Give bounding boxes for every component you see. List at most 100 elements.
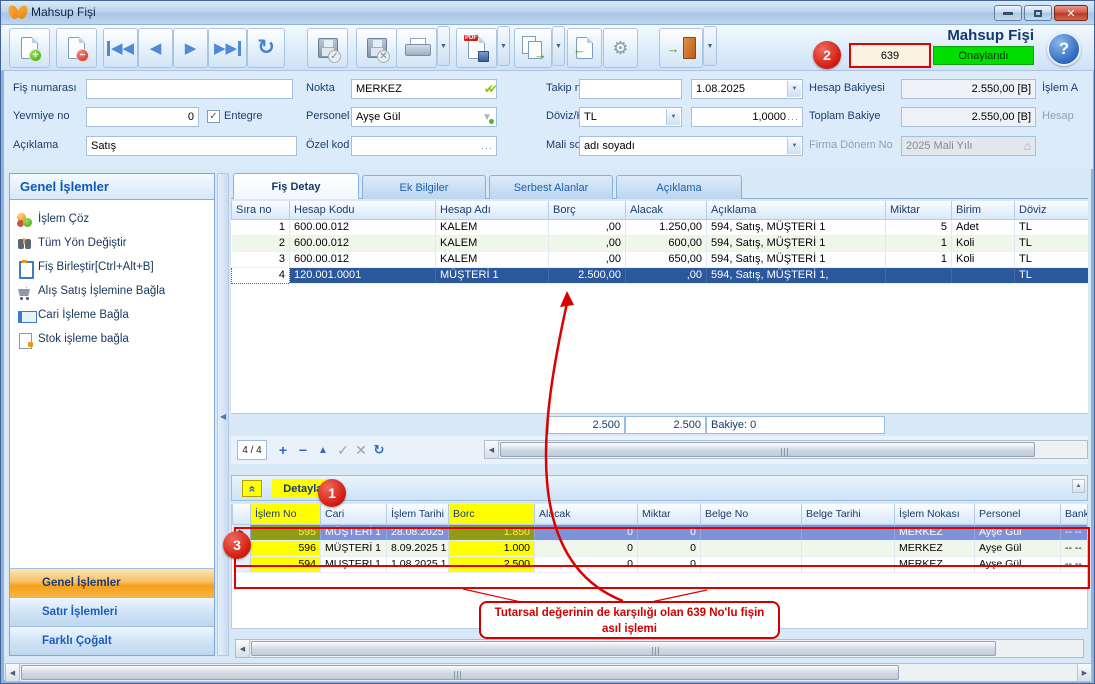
fis-numarasi-input[interactable] <box>86 79 293 99</box>
minimize-button[interactable] <box>994 5 1022 21</box>
column-header[interactable]: Miktar <box>638 504 701 524</box>
scroll-left-icon[interactable]: ◀ <box>485 441 499 458</box>
tab-ek-bilgiler[interactable]: Ek Bilgiler <box>362 175 486 199</box>
last-record-button[interactable]: ▶▶ <box>208 28 247 68</box>
column-header[interactable]: Banka <box>1061 504 1089 524</box>
column-header[interactable]: Hesap Adı <box>436 201 549 219</box>
grid-horizontal-scrollbar[interactable]: ◀ <box>484 440 1088 459</box>
settings-button[interactable]: ⚙ <box>603 28 638 68</box>
yevmiye-input[interactable]: 0 <box>86 107 199 127</box>
column-header[interactable]: Belge Tarihi <box>802 504 895 524</box>
scrollbar-thumb[interactable] <box>251 641 996 656</box>
table-row[interactable]: 3600.00.012KALEM,00650,00594, Satış, MÜŞ… <box>232 251 1089 267</box>
first-record-button[interactable]: ◀◀ <box>103 28 138 68</box>
delete-record-button[interactable]: − <box>56 28 97 68</box>
personel-input[interactable]: Ayşe Gül▼ <box>351 107 497 127</box>
column-header[interactable]: Borc <box>449 504 535 524</box>
tarih-input[interactable]: 1.08.2025▼ <box>691 79 803 99</box>
sidebar-item-cari-isleme-bagla[interactable]: Cari İşleme Bağla <box>10 304 214 328</box>
sidebar-tab-genel-islemler[interactable]: Genel İşlemler <box>10 568 214 597</box>
column-header[interactable]: İşlem Nokası <box>895 504 975 524</box>
panel-splitter[interactable]: ◀ <box>217 173 229 656</box>
table-row[interactable]: 4120.001.0001MÜŞTERİ 12.500,00,00594, Sa… <box>232 267 1089 283</box>
scroll-left-icon[interactable]: ◀ <box>6 664 20 681</box>
column-header[interactable]: Alacak <box>626 201 707 219</box>
kur-input[interactable]: 1,0000··· <box>691 107 803 127</box>
table-row[interactable]: 596MÜŞTERİ 18.09.2025 11.00000MERKEZAyşe… <box>233 540 1089 556</box>
column-header[interactable]: Personel <box>975 504 1061 524</box>
close-button[interactable]: ✕ <box>1054 5 1088 21</box>
column-header[interactable] <box>233 504 251 524</box>
exit-button[interactable]: → <box>659 28 703 68</box>
confirm-row-button[interactable]: ✓ <box>333 439 353 461</box>
takip-no-input[interactable] <box>579 79 682 99</box>
sidebar-item-alis-satis-bagla[interactable]: Alış Satış İşlemine Bağla <box>10 280 214 304</box>
table-row[interactable]: ▸595MÜŞTERİ 128.08.20251.85000MERKEZAyşe… <box>233 524 1089 540</box>
column-header[interactable]: Miktar <box>886 201 952 219</box>
column-header[interactable]: Birim <box>952 201 1015 219</box>
scroll-left-icon[interactable]: ◀ <box>236 640 250 657</box>
scroll-up-icon[interactable]: ▲ <box>1072 479 1085 493</box>
refresh-rows-button[interactable]: ↻ <box>369 439 389 461</box>
doviz-select[interactable]: TL▼ <box>579 107 682 127</box>
ellipsis-icon[interactable]: ··· <box>787 114 799 124</box>
ellipsis-icon[interactable]: ··· <box>481 143 493 153</box>
collapse-details-button[interactable]: « <box>242 480 262 497</box>
print-dropdown-button[interactable]: ▼ <box>437 26 450 66</box>
new-record-button[interactable]: + <box>9 28 50 68</box>
copy-dropdown-button[interactable]: ▼ <box>552 26 565 66</box>
column-header[interactable]: Cari <box>321 504 387 524</box>
refresh-button[interactable]: ↻ <box>247 28 285 68</box>
copy-document-button[interactable]: → <box>514 28 552 68</box>
print-button[interactable] <box>396 28 437 68</box>
export-pdf-button[interactable]: PDF <box>456 28 497 68</box>
column-header[interactable]: Hesap Kodu <box>290 201 436 219</box>
nokta-input[interactable]: MERKEZ✔✔ <box>351 79 497 99</box>
tab-aciklama[interactable]: Açıklama <box>616 175 742 199</box>
column-header[interactable]: Alacak <box>535 504 638 524</box>
column-header[interactable]: İşlem Tarihi <box>387 504 449 524</box>
next-record-button[interactable]: ▶ <box>173 28 208 68</box>
sidebar-item-islem-coz[interactable]: İşlem Çöz <box>10 208 214 232</box>
chevron-down-icon[interactable]: ▼ <box>666 109 680 125</box>
column-header[interactable]: Açıklama <box>707 201 886 219</box>
column-header[interactable]: Borç <box>549 201 626 219</box>
entegre-checkbox[interactable]: ✓ <box>207 110 220 123</box>
table-row[interactable]: 2600.00.012KALEM,00600,00594, Satış, MÜŞ… <box>232 235 1089 251</box>
column-header[interactable]: Belge No <box>701 504 802 524</box>
calendar-dropdown-icon[interactable]: ▼ <box>787 81 801 97</box>
delete-row-button[interactable]: − <box>293 439 313 461</box>
scrollbar-thumb[interactable] <box>21 665 899 680</box>
voucher-lines-grid[interactable]: Sıra noHesap KoduHesap AdıBorçAlacakAçık… <box>231 201 1088 414</box>
ozel-kod-input[interactable]: ··· <box>351 136 497 156</box>
tab-serbest-alanlar[interactable]: Serbest Alanlar <box>489 175 613 199</box>
tab-fis-detay[interactable]: Fiş Detay <box>233 173 359 199</box>
table-row[interactable]: 1600.00.012KALEM,001.250,00594, Satış, M… <box>232 219 1089 235</box>
record-number-field[interactable]: 639 <box>849 43 931 68</box>
sidebar-tab-satir-islemleri[interactable]: Satır İşlemleri <box>10 597 214 626</box>
maximize-button[interactable] <box>1024 5 1052 21</box>
column-header[interactable]: Sıra no <box>232 201 290 219</box>
scroll-right-icon[interactable]: ▶ <box>1077 664 1091 681</box>
column-header[interactable]: Döviz <box>1015 201 1089 219</box>
sidebar-item-fis-birlestir[interactable]: Fiş Birleştir[Ctrl+Alt+B] <box>10 256 214 280</box>
scrollbar-thumb[interactable] <box>500 442 1035 457</box>
save-button[interactable]: ✓ <box>307 28 348 68</box>
sidebar-item-stok-isleme-bagla[interactable]: Stok işleme bağla <box>10 328 214 352</box>
add-row-button[interactable]: + <box>273 439 293 461</box>
save-cancel-button[interactable]: ✕ <box>356 28 397 68</box>
horizontal-scrollbar[interactable]: ◀ ▶ <box>5 663 1092 682</box>
aciklama-input[interactable]: Satış <box>86 136 297 156</box>
edit-row-button[interactable]: ▲ <box>313 439 333 461</box>
sidebar-item-tum-yon-degistir[interactable]: Tüm Yön Değiştir <box>10 232 214 256</box>
help-button[interactable]: ? <box>1047 32 1081 66</box>
export-pdf-dropdown-button[interactable]: ▼ <box>497 26 510 66</box>
details-horizontal-scrollbar[interactable]: ◀ <box>235 639 1084 658</box>
chevron-down-icon[interactable]: ▼ <box>787 138 801 154</box>
sidebar-tab-farkli-cogalt[interactable]: Farklı Çoğalt <box>10 626 214 655</box>
column-header[interactable]: İşlem No <box>251 504 321 524</box>
table-row[interactable]: 594MUŞTERI 11.08.2025 12.50000MERKEZAyşe… <box>233 556 1089 572</box>
mali-sorumlu-select[interactable]: adı soyadı▼ <box>579 136 803 156</box>
exit-dropdown-button[interactable]: ▼ <box>703 26 717 66</box>
cancel-row-button[interactable]: ✕ <box>351 439 371 461</box>
